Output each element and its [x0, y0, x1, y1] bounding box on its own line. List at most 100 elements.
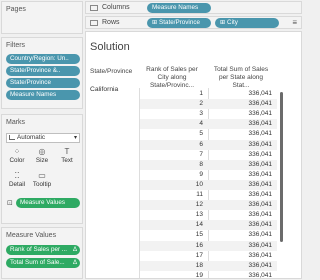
columns-shelf: Columns Measure Names	[85, 1, 302, 14]
measure-values-mark-pill[interactable]: Measure Values	[16, 198, 80, 208]
filter-pill-state[interactable]: State/Province	[6, 78, 80, 88]
rows-pill-city[interactable]: ⊞ City	[215, 18, 279, 28]
filters-panel: Filters Country/Region: Un.. State/Provi…	[1, 37, 83, 109]
table-row[interactable]: 2 336,041	[140, 99, 277, 110]
tooltip-button[interactable]: ▭ Tooltip	[31, 171, 53, 191]
rank-cell: 4	[199, 120, 203, 128]
table-row[interactable]: 14 336,041	[140, 220, 277, 231]
table-row[interactable]: 8 336,041	[140, 159, 277, 170]
filter-pill-country[interactable]: Country/Region: Un..	[6, 54, 80, 64]
rank-cell: 15	[195, 231, 203, 239]
table-row[interactable]: 9 336,041	[140, 170, 277, 180]
sum-cell: 336,041	[248, 180, 273, 188]
measure-pill-rank[interactable]: Rank of Sales per ... Δ	[6, 245, 80, 255]
tooltip-icon: ▭	[38, 171, 46, 180]
sum-cell: 336,041	[248, 231, 273, 239]
rank-cell: 8	[199, 160, 203, 168]
table-row[interactable]: 12 336,041	[140, 200, 277, 211]
marks-title: Marks	[6, 119, 26, 126]
columns-icon	[90, 5, 98, 11]
rank-cell: 18	[195, 261, 203, 269]
table-row[interactable]: 3 336,041	[140, 109, 277, 119]
rows-pill-state[interactable]: ⊞ State/Province	[147, 18, 211, 28]
rank-cell: 10	[195, 180, 203, 188]
sum-cell: 336,041	[248, 110, 273, 118]
vertical-scrollbar[interactable]	[280, 92, 284, 242]
rows-shelf: Rows ⊞ State/Province ⊞ City ≡	[85, 16, 302, 29]
sum-cell: 336,041	[248, 201, 273, 209]
measure-pill-total-sum[interactable]: Total Sum of Sale... Δ	[6, 258, 80, 268]
detail-label: Detail	[8, 181, 26, 188]
sort-icon[interactable]: ≡	[292, 18, 297, 27]
table-row[interactable]: 13 336,041	[140, 210, 277, 220]
rank-cell: 2	[199, 100, 203, 108]
table-calc-delta-icon: Δ	[72, 260, 77, 266]
text-icon: T	[64, 147, 70, 156]
rank-cell: 16	[195, 241, 203, 249]
mark-type-select[interactable]: Automatic ▾	[6, 133, 80, 143]
marks-panel: Marks Automatic ▾ ⁘ Color ◎ Size T Text …	[1, 114, 83, 224]
table-row[interactable]: 5 336,041	[140, 129, 277, 139]
table-row[interactable]: 15 336,041	[140, 230, 277, 240]
color-icon: ⁘	[13, 147, 21, 156]
detail-icon: ⁚⁚	[14, 171, 20, 180]
rank-cell: 3	[199, 110, 203, 118]
sum-cell: 336,041	[248, 221, 273, 229]
sum-cell: 336,041	[248, 261, 273, 269]
columns-label: Columns	[102, 4, 130, 11]
table-row[interactable]: 7 336,041	[140, 150, 277, 160]
measure-pill-total-sum-label: Total Sum of Sale...	[10, 259, 65, 266]
rank-cell: 11	[196, 191, 203, 198]
sum-cell: 336,041	[248, 140, 273, 148]
table-row[interactable]: 18 336,041	[140, 260, 277, 271]
table-row[interactable]: 11 336,041	[140, 190, 277, 200]
sum-cell: 336,041	[248, 211, 273, 219]
pages-title: Pages	[6, 6, 26, 13]
filters-title: Filters	[6, 42, 26, 49]
filter-pill-measure-names[interactable]: Measure Names	[6, 90, 80, 100]
rank-cell: 19	[195, 271, 203, 279]
table-row[interactable]: 16 336,041	[140, 240, 277, 251]
rank-cell: 12	[195, 201, 203, 209]
sum-cell: 336,041	[248, 241, 273, 249]
table-row[interactable]: 4 336,041	[140, 119, 277, 130]
rank-cell: 13	[195, 211, 203, 219]
rank-cell: 7	[199, 150, 203, 158]
table-row[interactable]: 10 336,041	[140, 179, 277, 190]
sum-cell: 336,041	[248, 100, 273, 108]
color-button[interactable]: ⁘ Color	[6, 147, 28, 167]
header-rank-of-sales[interactable]: Rank of Sales per City along State/Provi…	[140, 66, 204, 90]
automatic-mark-icon	[9, 135, 15, 140]
sum-cell: 336,041	[248, 251, 273, 259]
header-total-sum-of-sales[interactable]: Total Sum of Sales per State along Stat.…	[210, 66, 272, 90]
size-button[interactable]: ◎ Size	[31, 147, 53, 167]
sum-cell: 336,041	[248, 130, 273, 138]
plus-icon: ⊞	[152, 19, 160, 26]
table-row[interactable]: 6 336,041	[140, 139, 277, 150]
view-canvas: Solution State/Province Rank of Sales pe…	[85, 31, 302, 279]
table-calc-delta-icon: Δ	[72, 247, 77, 253]
sum-cell: 336,041	[248, 191, 273, 198]
sum-cell: 336,041	[248, 160, 273, 168]
table-row[interactable]: 19 336,041	[140, 271, 277, 279]
columns-pill-measure-names[interactable]: Measure Names	[147, 3, 211, 13]
detail-button[interactable]: ⁚⁚ Detail	[6, 171, 28, 191]
rows-icon	[90, 20, 98, 26]
sheet-title: Solution	[90, 41, 130, 53]
state-value-california[interactable]: California	[90, 86, 118, 93]
sum-cell: 336,041	[248, 170, 273, 178]
measure-values-title: Measure Values	[6, 232, 57, 239]
table-row[interactable]: 17 336,041	[140, 251, 277, 261]
sum-cell: 336,041	[248, 150, 273, 158]
filter-pill-state-set[interactable]: State/Province &..	[6, 66, 80, 76]
tooltip-label: Tooltip	[32, 181, 52, 188]
text-button[interactable]: T Text	[56, 147, 78, 167]
size-label: Size	[35, 157, 49, 164]
rows-pill-city-label: City	[227, 19, 238, 26]
scrollbar-thumb[interactable]	[280, 92, 283, 242]
rows-label: Rows	[102, 19, 120, 26]
rank-cell: 17	[195, 251, 203, 259]
header-state-province[interactable]: State/Province	[90, 68, 132, 76]
table-row[interactable]: 1 336,041	[140, 89, 277, 99]
rows-pill-state-label: State/Province	[159, 19, 200, 26]
